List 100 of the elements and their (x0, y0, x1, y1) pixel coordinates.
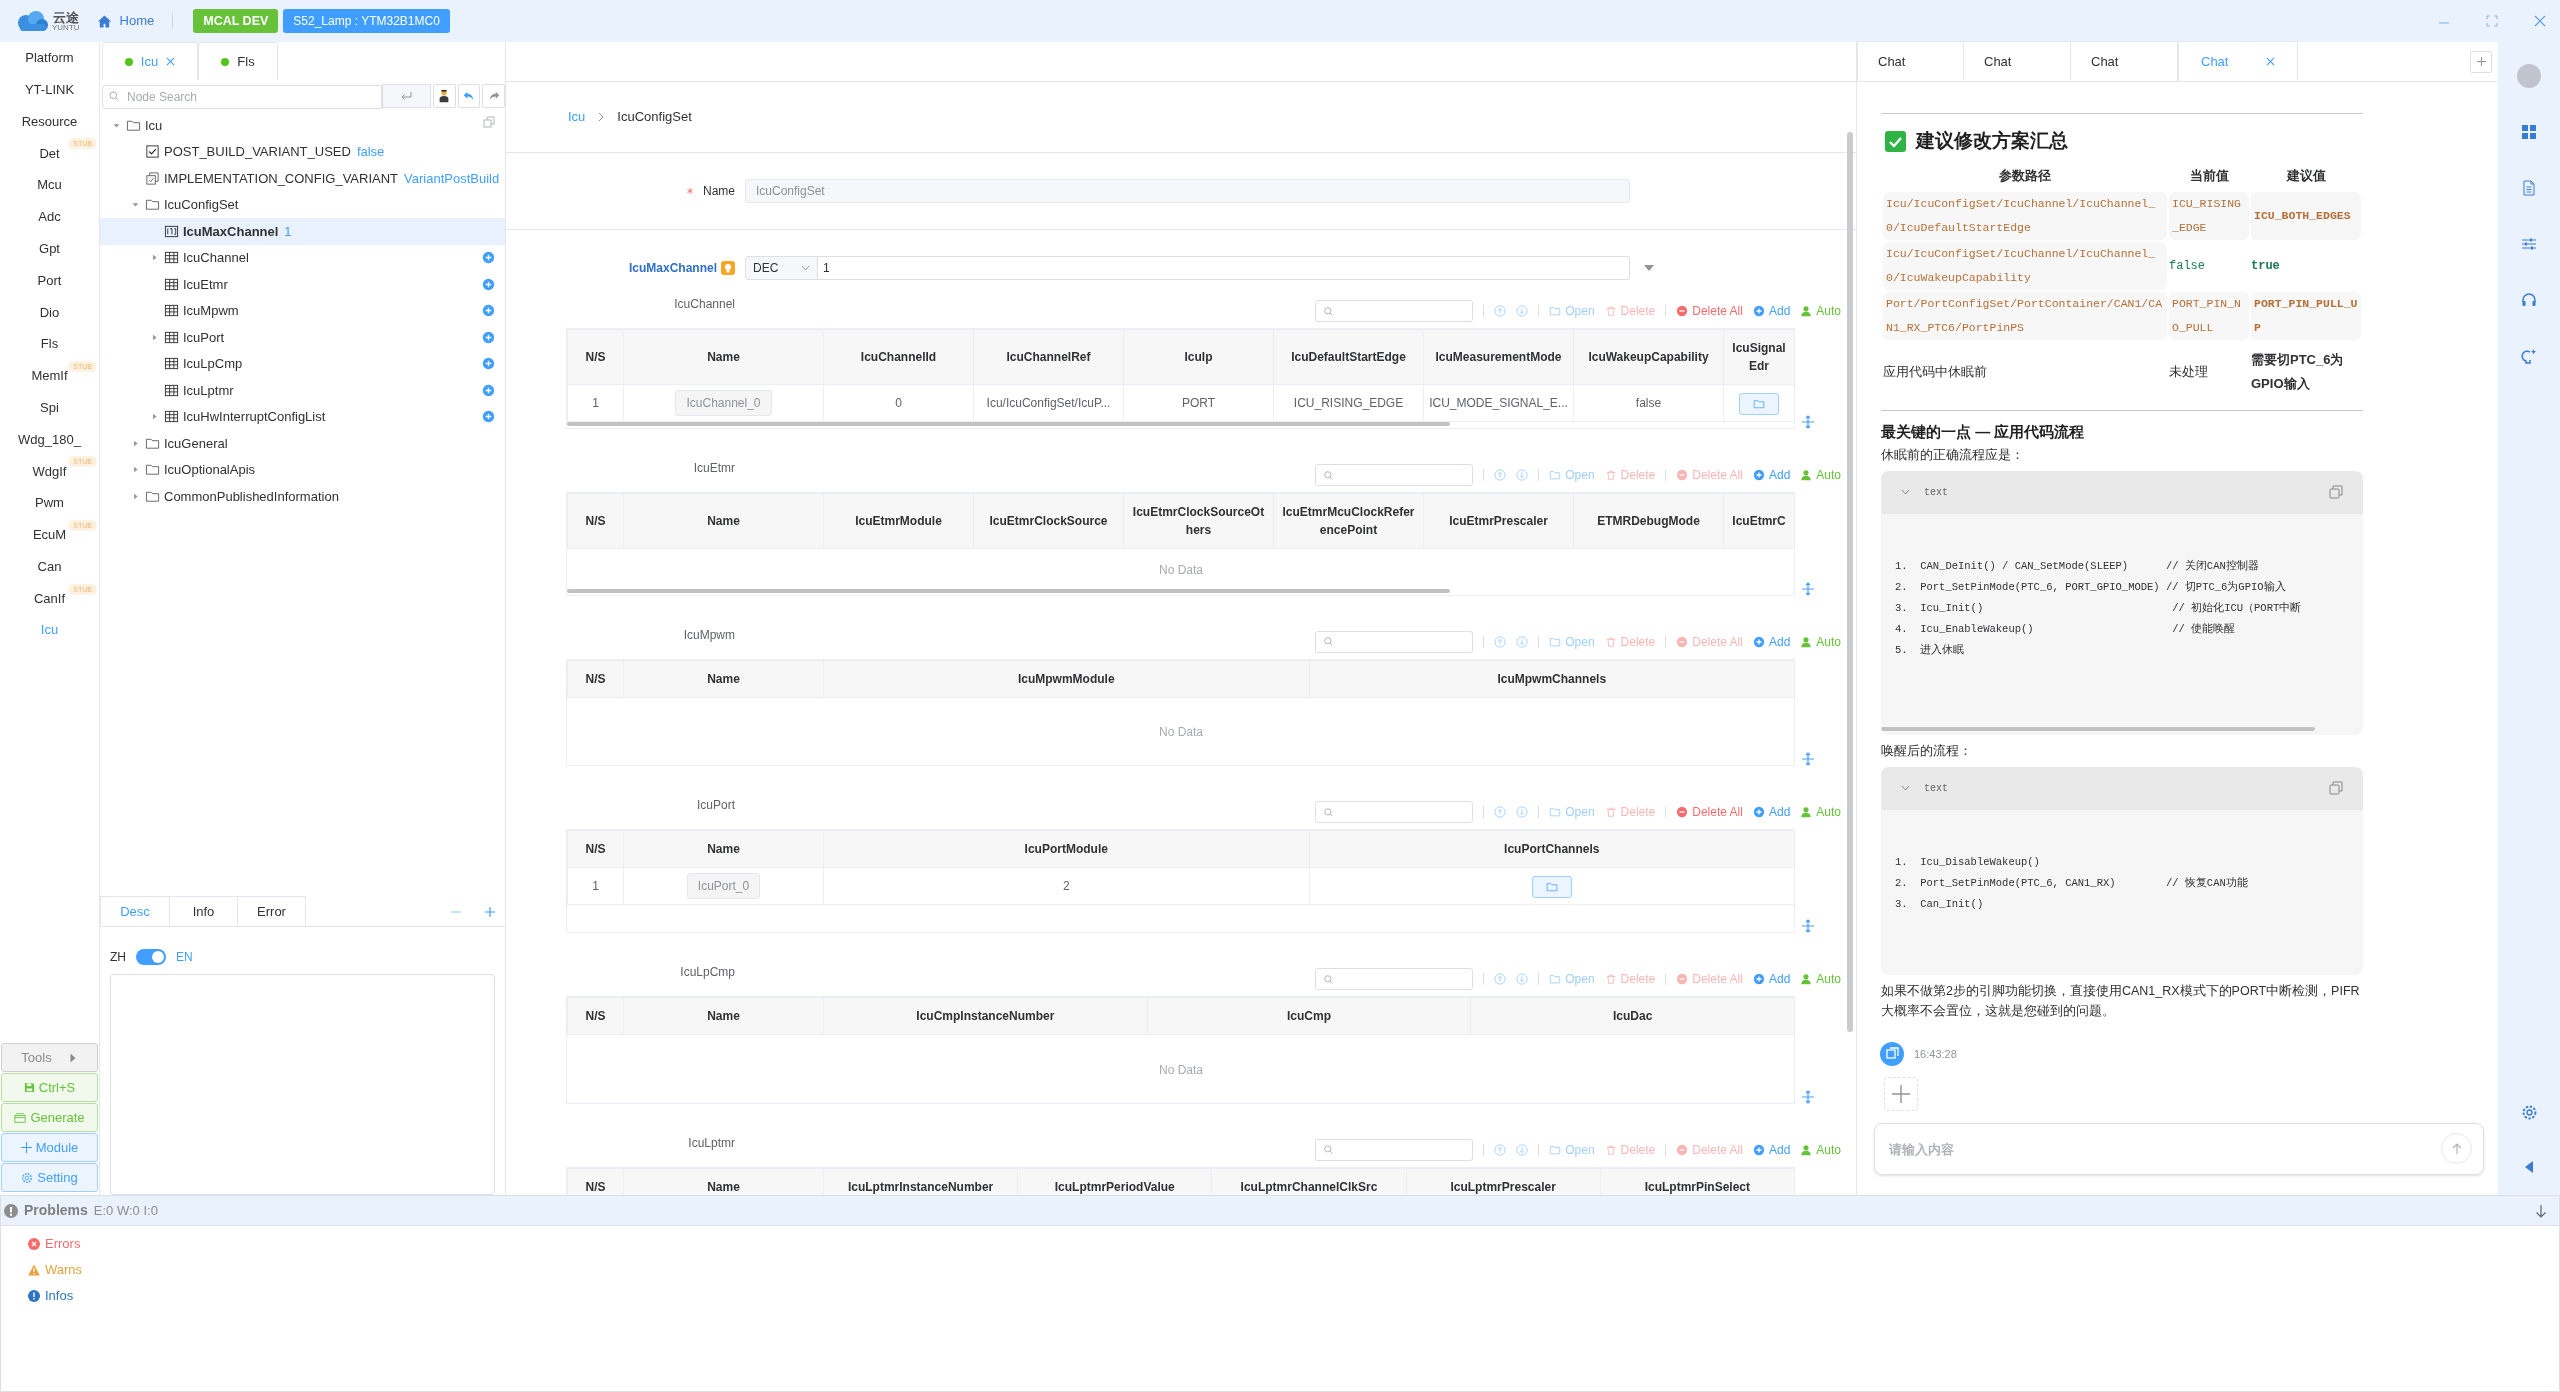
add-circle-icon[interactable] (482, 410, 495, 424)
nav-item[interactable]: Det (39, 143, 60, 164)
name-tag[interactable]: IcuChannel_0 (675, 390, 772, 416)
move-down-icon[interactable] (1516, 1143, 1529, 1156)
chevron-down-icon[interactable] (1901, 785, 1910, 791)
open-button[interactable]: Open (1549, 302, 1595, 320)
delete-button[interactable]: Delete (1604, 302, 1656, 320)
delete-button[interactable]: Delete (1604, 803, 1656, 821)
table-search-field[interactable] (1315, 1138, 1474, 1161)
tree-item[interactable]: IcuPort (183, 327, 225, 347)
nav-item[interactable]: Can (37, 556, 62, 577)
tree-item[interactable]: IcuOptionalApis (164, 460, 256, 480)
auto-button[interactable]: Auto (1800, 632, 1841, 651)
expand-icon[interactable] (1801, 581, 1815, 596)
nav-item[interactable]: YT-LINK (24, 79, 75, 100)
person-button[interactable] (433, 84, 456, 108)
table-search-field[interactable] (1315, 300, 1474, 322)
close-icon[interactable] (2266, 57, 2276, 66)
message-input[interactable]: 请输入内容 (1874, 1123, 2484, 1175)
new-tab-button[interactable] (2470, 50, 2492, 73)
sliders-icon[interactable] (2521, 236, 2537, 252)
close-icon[interactable] (2534, 15, 2546, 27)
add-button[interactable]: Add (1752, 302, 1791, 320)
add-circle-icon[interactable] (482, 357, 495, 371)
user-avatar-icon[interactable] (2517, 64, 2541, 88)
name-tag[interactable]: IcuPort_0 (686, 873, 761, 899)
open-button[interactable]: Open (1549, 466, 1595, 484)
tree-item[interactable]: IcuMpwm (183, 301, 239, 321)
tree-item[interactable]: IcuHwInterruptConfigList (183, 407, 326, 427)
open-button[interactable]: Open (1549, 1140, 1595, 1159)
tree-item[interactable]: POST_BUILD_VARIANT_USED (164, 142, 351, 162)
module-tab[interactable]: Icu (102, 42, 198, 80)
move-down-icon[interactable] (1516, 973, 1529, 985)
scrollbar[interactable] (567, 422, 1451, 426)
delete-all-button[interactable]: Delete All (1676, 970, 1743, 988)
move-up-icon[interactable] (1494, 305, 1507, 317)
expand-icon[interactable] (1801, 919, 1815, 933)
language-toggle[interactable] (136, 948, 166, 965)
auto-button[interactable]: Auto (1800, 803, 1841, 821)
scrollbar[interactable] (1847, 132, 1853, 1032)
delete-button[interactable]: Delete (1604, 632, 1656, 651)
add-circle-icon[interactable] (482, 330, 495, 344)
delete-button[interactable]: Delete (1604, 970, 1656, 988)
folder-button[interactable] (1739, 392, 1779, 415)
move-up-icon[interactable] (1494, 469, 1507, 481)
expand-icon[interactable] (1801, 752, 1815, 766)
search-field[interactable]: Node Search (102, 84, 382, 109)
module-tab[interactable]: Fls (198, 42, 278, 80)
nav-item[interactable]: Resource (21, 111, 78, 132)
add-button[interactable]: Add (1752, 803, 1791, 821)
delete-button[interactable]: Delete (1604, 1140, 1656, 1159)
tree-item[interactable]: CommonPublishedInformation (164, 486, 339, 506)
auto-button[interactable]: Auto (1800, 466, 1841, 484)
panel-tab[interactable]: Error (238, 896, 306, 926)
nav-item[interactable]: Platform (25, 48, 74, 68)
close-icon[interactable] (166, 57, 176, 66)
tools-button[interactable]: Tools (1, 1043, 98, 1072)
panel-tab[interactable]: Info (170, 896, 238, 926)
nav-item[interactable]: Icu (40, 620, 59, 640)
tree-item[interactable]: IcuChannel (183, 248, 249, 268)
scrollbar[interactable] (567, 588, 1451, 593)
sparkle-head-icon[interactable] (2521, 348, 2537, 364)
open-button[interactable]: Open (1549, 970, 1595, 988)
tree-item[interactable]: IcuMaxChannel (183, 221, 279, 241)
nav-item[interactable]: EcuM (32, 525, 67, 545)
attach-button[interactable] (1884, 1077, 1918, 1111)
open-button[interactable]: Open (1549, 632, 1595, 651)
generate-button[interactable]: Generate (1, 1103, 98, 1132)
problem-category[interactable]: Errors (45, 1234, 81, 1254)
arrow-down-icon[interactable] (2535, 1203, 2547, 1218)
chat-tab[interactable]: Chat (2071, 41, 2178, 81)
add-button[interactable]: Add (1752, 632, 1791, 651)
delete-button[interactable]: Delete (1604, 466, 1656, 484)
add-circle-icon[interactable] (482, 277, 495, 291)
add-button[interactable]: Add (1752, 466, 1791, 484)
nav-item[interactable]: Pwm (35, 493, 64, 513)
delete-all-button[interactable]: Delete All (1676, 1140, 1743, 1159)
nav-item[interactable]: Gpt (39, 238, 60, 259)
chat-tab[interactable]: Chat (1964, 41, 2071, 81)
nav-item[interactable]: Wdg_180_ (18, 429, 81, 450)
tree-item[interactable]: IcuEtmr (183, 274, 228, 294)
chat-tab[interactable]: Chat (2178, 41, 2298, 81)
tree-item[interactable]: IcuGeneral (164, 433, 228, 453)
move-down-icon[interactable] (1516, 469, 1529, 481)
tree-item[interactable]: IcuLpCmp (183, 354, 243, 374)
problem-category[interactable]: Warns (45, 1260, 83, 1280)
delete-all-button[interactable]: Delete All (1676, 466, 1743, 484)
value-input[interactable]: 1 (818, 256, 1630, 280)
delete-all-button[interactable]: Delete All (1676, 632, 1743, 651)
tree-item[interactable]: Icu (145, 115, 163, 135)
move-up-icon[interactable] (1494, 1143, 1507, 1156)
auto-button[interactable]: Auto (1800, 302, 1841, 320)
breadcrumb-link[interactable]: Icu (568, 107, 586, 127)
copy-icon[interactable] (2329, 485, 2343, 499)
move-up-icon[interactable] (1494, 806, 1507, 818)
tree-item[interactable]: IcuConfigSet (164, 195, 239, 215)
move-down-icon[interactable] (1516, 806, 1529, 818)
move-up-icon[interactable] (1494, 635, 1507, 648)
open-button[interactable]: Open (1549, 803, 1595, 821)
nav-item[interactable]: CanIf (33, 588, 66, 609)
